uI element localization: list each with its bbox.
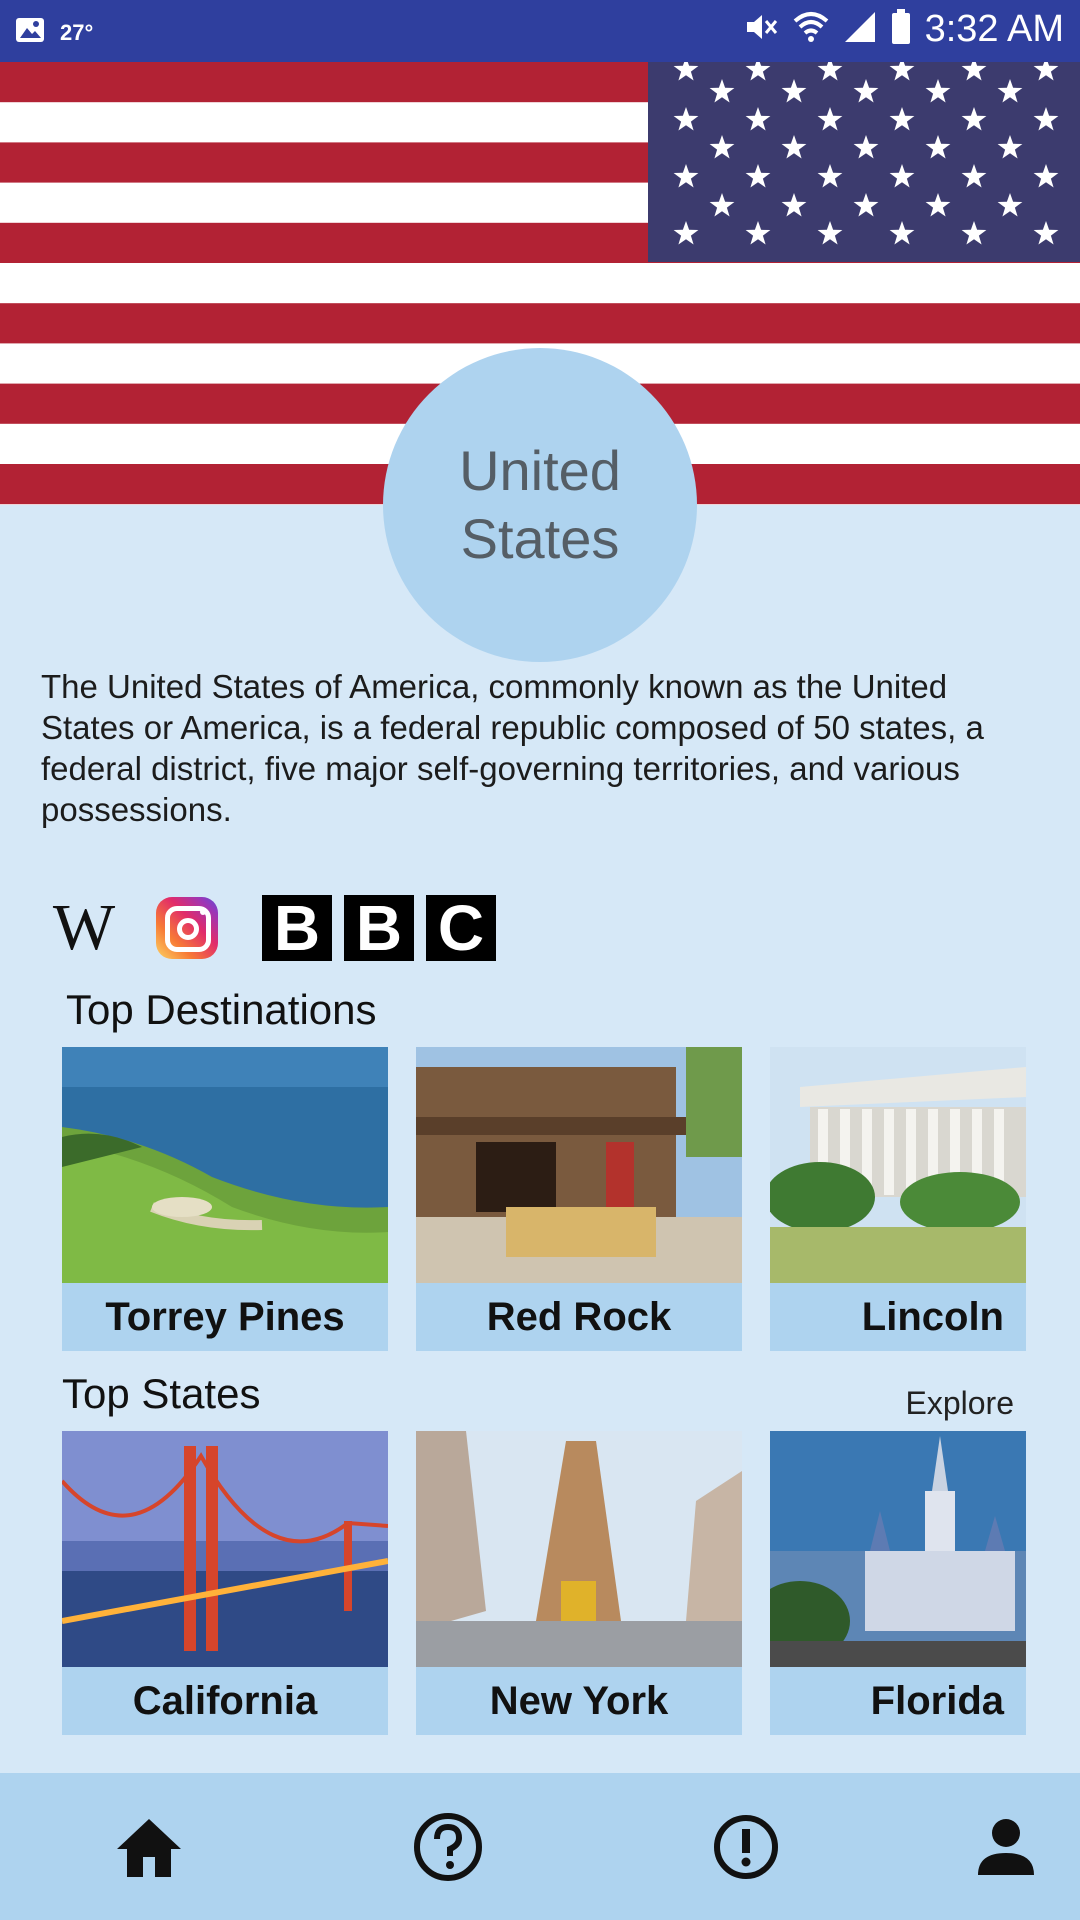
new-york-image	[416, 1431, 742, 1667]
destination-card-torrey-pines[interactable]: Torrey Pines	[62, 1047, 388, 1351]
destination-label: Red Rock	[486, 1295, 672, 1339]
state-card-florida[interactable]: Florida	[770, 1431, 1026, 1735]
bbc-letter: C	[426, 895, 496, 961]
bottom-navigation	[0, 1773, 1080, 1920]
home-icon[interactable]	[113, 1811, 185, 1883]
lincoln-image	[770, 1047, 1026, 1283]
top-states-title: Top States	[62, 1370, 261, 1417]
destination-card-lincoln[interactable]: Lincoln	[770, 1047, 1026, 1351]
country-name-badge: United States	[383, 348, 697, 662]
help-icon[interactable]	[412, 1811, 484, 1883]
destination-label: Lincoln	[861, 1295, 1004, 1339]
california-image	[62, 1431, 388, 1667]
destination-card-red-rock[interactable]: Red Rock	[416, 1047, 742, 1351]
flag-stripe	[0, 303, 1080, 344]
alert-icon[interactable]	[710, 1811, 782, 1883]
profile-icon[interactable]	[970, 1811, 1042, 1883]
mute-icon	[743, 9, 779, 50]
source-links: W B B C	[44, 890, 496, 966]
clock: 3:32 AM	[924, 8, 1064, 50]
bbc-icon[interactable]: B B C	[262, 895, 496, 961]
image-icon	[14, 14, 46, 51]
state-card-new-york[interactable]: New York	[416, 1431, 742, 1735]
bbc-letter: B	[262, 895, 332, 961]
instagram-icon[interactable]	[156, 897, 218, 959]
temperature: 27°	[60, 19, 94, 45]
state-card-california[interactable]: California	[62, 1431, 388, 1735]
state-label: Florida	[870, 1679, 1004, 1723]
state-label: New York	[489, 1679, 669, 1723]
wifi-icon	[793, 9, 829, 50]
state-label: California	[132, 1679, 318, 1723]
torrey-pines-image	[62, 1047, 388, 1283]
country-description: The United States of America, commonly k…	[41, 668, 984, 828]
top-destinations-title: Top Destinations	[66, 986, 377, 1033]
florida-image	[770, 1431, 1026, 1667]
battery-icon	[891, 9, 911, 50]
red-rock-image	[416, 1047, 742, 1283]
destination-label: Torrey Pines	[105, 1295, 345, 1339]
signal-icon	[843, 10, 877, 49]
bbc-letter: B	[344, 895, 414, 961]
status-bar: 27° 3:32 AM	[0, 0, 1080, 62]
explore-link[interactable]: Explore	[906, 1385, 1015, 1422]
country-name: United States	[459, 439, 621, 570]
wikipedia-icon[interactable]: W	[44, 890, 124, 966]
